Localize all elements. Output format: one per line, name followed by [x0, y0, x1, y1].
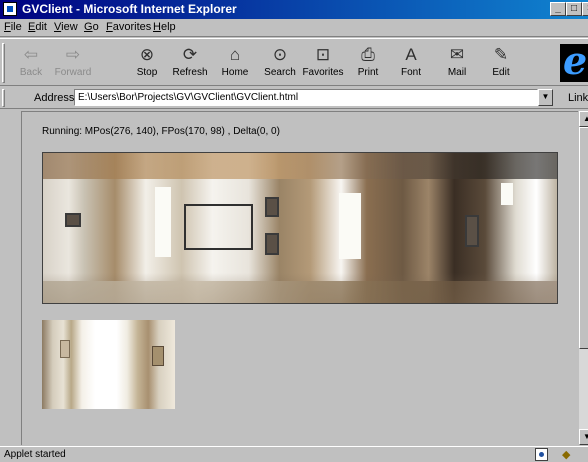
refresh-button[interactable]: ⟳ Refresh — [169, 43, 211, 83]
preview-artwork — [152, 346, 164, 366]
restore-button[interactable]: □ — [566, 2, 582, 16]
favorites-label: Favorites — [302, 67, 344, 78]
preview-artwork — [60, 340, 70, 358]
applet-status-text: Running: MPos(276, 140), FPos(170, 98) ,… — [42, 126, 280, 137]
menu-file[interactable]: File — [4, 21, 22, 33]
zone-icon — [535, 448, 548, 461]
close-button[interactable]: × — [582, 2, 588, 16]
back-arrow-icon: ⇦ — [23, 45, 39, 64]
favorites-icon: ⊡ — [315, 45, 331, 64]
edit-button[interactable]: ✎ Edit — [480, 43, 522, 83]
panorama-floor — [43, 281, 557, 303]
window-title: GVClient - Microsoft Internet Explorer — [22, 2, 237, 16]
home-label: Home — [221, 67, 249, 78]
minimize-button[interactable]: _ — [550, 2, 566, 16]
scroll-down-button[interactable]: ▼ — [579, 429, 588, 445]
print-button[interactable]: ⎙ Print — [347, 43, 389, 83]
status-text: Applet started — [4, 449, 66, 460]
address-label: Address — [34, 92, 75, 104]
favorites-button[interactable]: ⊡ Favorites — [302, 43, 344, 83]
refresh-label: Refresh — [172, 67, 208, 78]
font-icon: A — [405, 45, 417, 64]
addressbar-grip[interactable] — [2, 89, 5, 107]
panorama-artwork — [465, 215, 479, 247]
edit-icon: ✎ — [493, 45, 509, 64]
back-label: Back — [19, 67, 43, 78]
print-icon: ⎙ — [361, 45, 375, 64]
scroll-thumb[interactable] — [579, 127, 588, 349]
print-label: Print — [357, 67, 379, 78]
home-button[interactable]: ⌂ Home — [214, 43, 256, 83]
search-icon: ⊙ — [272, 45, 288, 64]
links-button[interactable]: Links — [568, 92, 588, 104]
panorama-image[interactable] — [42, 152, 558, 304]
title-bar: GVClient - Microsoft Internet Explorer _… — [0, 0, 588, 19]
stop-label: Stop — [136, 67, 158, 78]
panorama-artwork — [65, 213, 81, 227]
search-button[interactable]: ⊙ Search — [259, 43, 301, 83]
menu-favorites[interactable]: Favorites — [106, 21, 151, 33]
panorama-artwork — [265, 233, 279, 255]
status-bar: Applet started ◆ — [0, 446, 588, 462]
menu-go[interactable]: Go — [84, 21, 99, 33]
address-input[interactable]: E:\Users\Bor\Projects\GV\GVClient\GVClie… — [74, 89, 538, 106]
panorama-window-right — [501, 183, 513, 205]
address-dropdown-button[interactable]: ▼ — [538, 89, 553, 106]
ie-window-icon[interactable] — [3, 2, 17, 16]
search-label: Search — [264, 67, 296, 78]
standard-toolbar: ⇦ Back ⇨ Forward ⊗ Stop ⟳ Refresh ⌂ Home… — [0, 38, 588, 86]
back-button[interactable]: ⇦ Back — [10, 43, 52, 83]
forward-label: Forward — [54, 67, 92, 78]
toolbar-grip[interactable] — [2, 43, 5, 83]
menu-edit[interactable]: Edit — [28, 21, 47, 33]
scroll-up-button[interactable]: ▲ — [579, 111, 588, 127]
address-bar: Address E:\Users\Bor\Projects\GV\GVClien… — [0, 87, 588, 109]
ie-logo-icon: e — [560, 38, 588, 83]
viewport-preview-image — [42, 320, 175, 409]
panorama-window — [339, 193, 361, 259]
stop-button[interactable]: ⊗ Stop — [126, 43, 168, 83]
font-label: Font — [400, 67, 421, 78]
panorama-doorway — [155, 187, 171, 257]
menu-help[interactable]: Help — [153, 21, 176, 33]
mail-label: Mail — [447, 67, 467, 78]
edit-label: Edit — [492, 67, 510, 78]
viewport-selection-rectangle[interactable] — [184, 204, 253, 250]
panorama-artwork — [265, 197, 279, 217]
forward-button[interactable]: ⇨ Forward — [52, 43, 94, 83]
panorama-ceiling — [43, 153, 557, 179]
mail-icon: ✉ — [449, 45, 465, 64]
vertical-scrollbar[interactable]: ▲ ▼ — [578, 111, 588, 445]
forward-arrow-icon: ⇨ — [65, 45, 81, 64]
page-content: Running: MPos(276, 140), FPos(170, 98) ,… — [21, 111, 578, 445]
font-button[interactable]: A Font — [390, 43, 432, 83]
menu-bar: File Edit View Go Favorites Help — [0, 19, 588, 37]
stop-icon: ⊗ — [139, 45, 155, 64]
security-icon: ◆ — [562, 449, 571, 461]
mail-button[interactable]: ✉ Mail — [436, 43, 478, 83]
home-icon: ⌂ — [229, 45, 241, 64]
menu-view[interactable]: View — [54, 21, 78, 33]
refresh-icon: ⟳ — [182, 45, 198, 64]
